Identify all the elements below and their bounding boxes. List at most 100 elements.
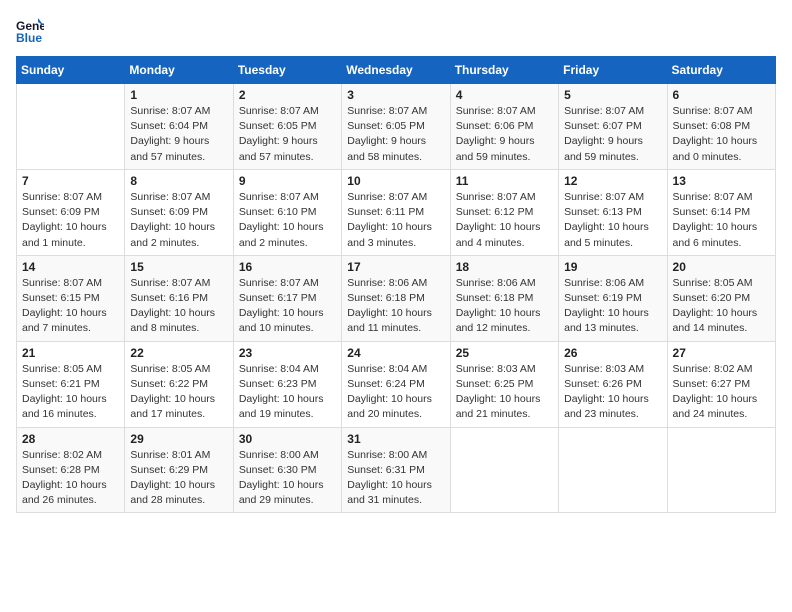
logo-icon: General Blue [16, 16, 44, 44]
day-info: Sunrise: 8:06 AM Sunset: 6:18 PM Dayligh… [456, 276, 553, 337]
day-info: Sunrise: 8:05 AM Sunset: 6:22 PM Dayligh… [130, 362, 227, 423]
day-info: Sunrise: 8:02 AM Sunset: 6:28 PM Dayligh… [22, 448, 119, 509]
calendar-table: SundayMondayTuesdayWednesdayThursdayFrid… [16, 56, 776, 513]
day-info: Sunrise: 8:05 AM Sunset: 6:21 PM Dayligh… [22, 362, 119, 423]
weekday-header-monday: Monday [125, 57, 233, 84]
day-number: 21 [22, 346, 119, 360]
calendar-cell [667, 427, 775, 513]
day-number: 3 [347, 88, 444, 102]
day-number: 14 [22, 260, 119, 274]
calendar-cell [17, 84, 125, 170]
calendar-cell: 4Sunrise: 8:07 AM Sunset: 6:06 PM Daylig… [450, 84, 558, 170]
day-number: 16 [239, 260, 336, 274]
day-info: Sunrise: 8:04 AM Sunset: 6:24 PM Dayligh… [347, 362, 444, 423]
day-info: Sunrise: 8:07 AM Sunset: 6:14 PM Dayligh… [673, 190, 770, 251]
day-number: 9 [239, 174, 336, 188]
day-info: Sunrise: 8:07 AM Sunset: 6:09 PM Dayligh… [130, 190, 227, 251]
day-info: Sunrise: 8:07 AM Sunset: 6:08 PM Dayligh… [673, 104, 770, 165]
day-number: 5 [564, 88, 661, 102]
day-info: Sunrise: 8:07 AM Sunset: 6:05 PM Dayligh… [347, 104, 444, 165]
day-number: 10 [347, 174, 444, 188]
calendar-cell: 25 Sunrise: 8:03 AM Sunset: 6:25 PM Dayli… [450, 341, 558, 427]
day-number: 1 [130, 88, 227, 102]
calendar-cell: 31 Sunrise: 8:00 AM Sunset: 6:31 PM Dayli… [342, 427, 450, 513]
calendar-cell: 27 Sunrise: 8:02 AM Sunset: 6:27 PM Dayli… [667, 341, 775, 427]
calendar-cell: 15 Sunrise: 8:07 AM Sunset: 6:16 PM Dayli… [125, 255, 233, 341]
day-info: Sunrise: 8:07 AM Sunset: 6:05 PM Dayligh… [239, 104, 336, 165]
calendar-cell: 28Sunrise: 8:02 AM Sunset: 6:28 PM Dayli… [17, 427, 125, 513]
calendar-cell: 21 Sunrise: 8:05 AM Sunset: 6:21 PM Dayli… [17, 341, 125, 427]
day-number: 25 [456, 346, 553, 360]
day-info: Sunrise: 8:07 AM Sunset: 6:12 PM Dayligh… [456, 190, 553, 251]
weekday-header-tuesday: Tuesday [233, 57, 341, 84]
calendar-cell: 2 Sunrise: 8:07 AM Sunset: 6:05 PM Daylig… [233, 84, 341, 170]
day-number: 23 [239, 346, 336, 360]
day-number: 29 [130, 432, 227, 446]
day-number: 6 [673, 88, 770, 102]
calendar-cell: 3 Sunrise: 8:07 AM Sunset: 6:05 PM Daylig… [342, 84, 450, 170]
calendar-cell: 14 Sunrise: 8:07 AM Sunset: 6:15 PM Dayli… [17, 255, 125, 341]
calendar-cell: 23 Sunrise: 8:04 AM Sunset: 6:23 PM Dayli… [233, 341, 341, 427]
day-number: 4 [456, 88, 553, 102]
day-info: Sunrise: 8:07 AM Sunset: 6:11 PM Dayligh… [347, 190, 444, 251]
day-info: Sunrise: 8:06 AM Sunset: 6:18 PM Dayligh… [347, 276, 444, 337]
day-info: Sunrise: 8:04 AM Sunset: 6:23 PM Dayligh… [239, 362, 336, 423]
day-number: 27 [673, 346, 770, 360]
calendar-cell: 24 Sunrise: 8:04 AM Sunset: 6:24 PM Dayli… [342, 341, 450, 427]
day-info: Sunrise: 8:05 AM Sunset: 6:20 PM Dayligh… [673, 276, 770, 337]
day-number: 7 [22, 174, 119, 188]
day-info: Sunrise: 8:00 AM Sunset: 6:31 PM Dayligh… [347, 448, 444, 509]
day-info: Sunrise: 8:07 AM Sunset: 6:13 PM Dayligh… [564, 190, 661, 251]
day-info: Sunrise: 8:07 AM Sunset: 6:07 PM Dayligh… [564, 104, 661, 165]
day-info: Sunrise: 8:07 AM Sunset: 6:15 PM Dayligh… [22, 276, 119, 337]
day-number: 30 [239, 432, 336, 446]
weekday-header-saturday: Saturday [667, 57, 775, 84]
calendar-cell [450, 427, 558, 513]
day-number: 13 [673, 174, 770, 188]
day-info: Sunrise: 8:07 AM Sunset: 6:09 PM Dayligh… [22, 190, 119, 251]
day-info: Sunrise: 8:01 AM Sunset: 6:29 PM Dayligh… [130, 448, 227, 509]
calendar-cell: 16 Sunrise: 8:07 AM Sunset: 6:17 PM Dayli… [233, 255, 341, 341]
day-info: Sunrise: 8:07 AM Sunset: 6:17 PM Dayligh… [239, 276, 336, 337]
calendar-cell: 22 Sunrise: 8:05 AM Sunset: 6:22 PM Dayli… [125, 341, 233, 427]
day-number: 19 [564, 260, 661, 274]
calendar-cell: 6 Sunrise: 8:07 AM Sunset: 6:08 PM Daylig… [667, 84, 775, 170]
day-number: 20 [673, 260, 770, 274]
calendar-cell [559, 427, 667, 513]
day-number: 26 [564, 346, 661, 360]
day-info: Sunrise: 8:07 AM Sunset: 6:16 PM Dayligh… [130, 276, 227, 337]
day-info: Sunrise: 8:03 AM Sunset: 6:25 PM Dayligh… [456, 362, 553, 423]
calendar-cell: 19 Sunrise: 8:06 AM Sunset: 6:19 PM Dayli… [559, 255, 667, 341]
page-header: General Blue [16, 16, 776, 44]
day-number: 11 [456, 174, 553, 188]
day-info: Sunrise: 8:00 AM Sunset: 6:30 PM Dayligh… [239, 448, 336, 509]
calendar-cell: 7 Sunrise: 8:07 AM Sunset: 6:09 PM Daylig… [17, 169, 125, 255]
day-number: 18 [456, 260, 553, 274]
calendar-cell: 12 Sunrise: 8:07 AM Sunset: 6:13 PM Dayli… [559, 169, 667, 255]
day-number: 17 [347, 260, 444, 274]
day-number: 2 [239, 88, 336, 102]
weekday-header-friday: Friday [559, 57, 667, 84]
day-info: Sunrise: 8:03 AM Sunset: 6:26 PM Dayligh… [564, 362, 661, 423]
calendar-cell: 5 Sunrise: 8:07 AM Sunset: 6:07 PM Daylig… [559, 84, 667, 170]
day-number: 22 [130, 346, 227, 360]
weekday-header-sunday: Sunday [17, 57, 125, 84]
calendar-cell: 13 Sunrise: 8:07 AM Sunset: 6:14 PM Dayli… [667, 169, 775, 255]
day-info: Sunrise: 8:06 AM Sunset: 6:19 PM Dayligh… [564, 276, 661, 337]
day-info: Sunrise: 8:07 AM Sunset: 6:10 PM Dayligh… [239, 190, 336, 251]
calendar-cell: 17 Sunrise: 8:06 AM Sunset: 6:18 PM Dayli… [342, 255, 450, 341]
calendar-cell: 1Sunrise: 8:07 AM Sunset: 6:04 PM Daylig… [125, 84, 233, 170]
calendar-cell: 26 Sunrise: 8:03 AM Sunset: 6:26 PM Dayli… [559, 341, 667, 427]
calendar-cell: 8 Sunrise: 8:07 AM Sunset: 6:09 PM Daylig… [125, 169, 233, 255]
weekday-header-wednesday: Wednesday [342, 57, 450, 84]
calendar-cell: 18 Sunrise: 8:06 AM Sunset: 6:18 PM Dayli… [450, 255, 558, 341]
day-number: 15 [130, 260, 227, 274]
calendar-cell: 20 Sunrise: 8:05 AM Sunset: 6:20 PM Dayli… [667, 255, 775, 341]
day-number: 31 [347, 432, 444, 446]
day-number: 24 [347, 346, 444, 360]
calendar-cell: 10 Sunrise: 8:07 AM Sunset: 6:11 PM Dayli… [342, 169, 450, 255]
day-info: Sunrise: 8:02 AM Sunset: 6:27 PM Dayligh… [673, 362, 770, 423]
day-number: 12 [564, 174, 661, 188]
calendar-cell: 30 Sunrise: 8:00 AM Sunset: 6:30 PM Dayli… [233, 427, 341, 513]
day-number: 8 [130, 174, 227, 188]
